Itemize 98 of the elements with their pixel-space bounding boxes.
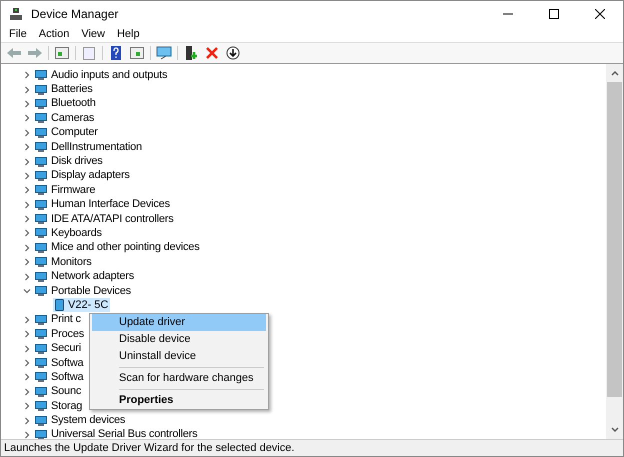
device-icon — [35, 386, 47, 398]
chevron-right-icon[interactable] — [23, 143, 31, 152]
tree-item[interactable]: Cameras — [51, 112, 94, 124]
chevron-down-icon[interactable] — [23, 287, 31, 296]
monitor-icon[interactable] — [154, 44, 174, 62]
chevron-right-icon[interactable] — [23, 373, 31, 382]
menu-item[interactable]: View — [77, 26, 109, 42]
tree-item[interactable]: DellInstrumentation — [51, 142, 142, 153]
menu-item[interactable]: Update driver — [92, 314, 266, 331]
scroll-thumb[interactable] — [607, 82, 622, 397]
chevron-right-icon[interactable] — [23, 258, 31, 266]
chevron-right-icon[interactable] — [23, 244, 31, 252]
tree-item[interactable]: Computer — [51, 127, 98, 138]
menu-item[interactable]: Scan for hardware changes — [92, 370, 266, 387]
device-icon — [35, 170, 47, 182]
device-icon — [35, 156, 47, 168]
chevron-right-icon[interactable] — [23, 215, 31, 224]
tree-item[interactable]: Display adapters — [51, 170, 130, 182]
tree-item[interactable]: Sounc — [51, 386, 82, 398]
device-icon — [35, 98, 47, 110]
tree-item[interactable]: Batteries — [51, 84, 93, 96]
tree-item[interactable]: Human Interface Devices — [51, 199, 170, 210]
chevron-right-icon[interactable] — [23, 172, 31, 180]
tree-item[interactable]: Securi — [51, 343, 81, 354]
menu-item[interactable]: Uninstall device — [92, 348, 266, 365]
maximize-icon — [549, 8, 559, 18]
scrollbar[interactable] — [606, 64, 623, 439]
scroll-down-icon[interactable] — [610, 427, 618, 433]
tree-item[interactable]: Mice and other pointing devices — [51, 242, 200, 254]
device-icon — [35, 112, 47, 124]
tree-item[interactable]: System devices — [51, 415, 126, 426]
tree-item[interactable]: Monitors — [51, 256, 92, 268]
chevron-right-icon[interactable] — [23, 359, 31, 367]
tree-item[interactable]: Softwa — [51, 372, 84, 383]
device-icon — [35, 428, 47, 439]
phone-icon — [55, 299, 64, 312]
tree-item[interactable]: Storag — [51, 400, 82, 412]
window-title: Device Manager — [31, 6, 118, 22]
chevron-right-icon[interactable] — [23, 186, 31, 194]
tree-item[interactable]: Disk drives — [51, 156, 103, 168]
menu-item[interactable]: File — [5, 26, 31, 42]
window-icon[interactable] — [52, 44, 72, 62]
device-icon — [35, 84, 47, 96]
device-icon — [35, 371, 47, 384]
chevron-right-icon[interactable] — [23, 128, 31, 137]
tree-item[interactable]: Universal Serial Bus controllers — [51, 429, 198, 439]
chevron-right-icon[interactable] — [23, 86, 31, 94]
tree-item[interactable]: Softwa — [51, 358, 84, 368]
menu-item[interactable]: Action — [34, 26, 74, 42]
chevron-right-icon[interactable] — [23, 71, 31, 80]
device-icon — [35, 328, 47, 340]
chevron-right-icon[interactable] — [23, 229, 31, 238]
chevron-right-icon[interactable] — [23, 430, 31, 439]
chevron-right-icon[interactable] — [23, 416, 31, 425]
device-icon — [35, 400, 47, 412]
device-icon — [35, 198, 47, 211]
device-icon — [35, 69, 47, 82]
chevron-right-icon[interactable] — [23, 330, 31, 338]
device-icon — [35, 342, 47, 355]
device-icon — [35, 256, 47, 268]
menu-item[interactable]: Help — [112, 26, 144, 42]
close-icon — [595, 8, 605, 18]
device-icon — [35, 285, 47, 298]
chevron-right-icon[interactable] — [23, 158, 31, 166]
chevron-right-icon[interactable] — [23, 316, 31, 324]
device-icon — [35, 227, 47, 240]
chevron-right-icon[interactable] — [23, 272, 31, 281]
tree-item[interactable]: Firmware — [51, 184, 96, 196]
status-text: Launches the Update Driver Wizard for the selected device. — [4, 440, 294, 456]
device-icon — [35, 126, 47, 139]
chevron-right-icon[interactable] — [23, 100, 31, 108]
chevron-right-icon[interactable] — [23, 200, 31, 209]
device-icon — [35, 141, 47, 154]
tree-item[interactable]: Keyboards — [51, 228, 102, 239]
chevron-right-icon[interactable] — [23, 402, 31, 410]
window-icon[interactable] — [127, 44, 147, 62]
menu-item[interactable]: Properties — [92, 392, 266, 409]
chevron-right-icon[interactable] — [23, 388, 31, 396]
app-icon — [9, 6, 23, 20]
menu-item[interactable]: Disable device — [92, 331, 266, 348]
scroll-up-icon[interactable] — [610, 70, 618, 76]
tree-item[interactable]: Print c — [51, 314, 81, 326]
tree-item[interactable]: Audio inputs and outputs — [51, 70, 168, 81]
tree-item[interactable]: Bluetooth — [51, 98, 96, 110]
chevron-right-icon[interactable] — [23, 114, 31, 122]
device-icon — [35, 270, 47, 283]
tree-item[interactable]: Portable Devices — [51, 286, 131, 297]
device-icon — [35, 314, 47, 326]
device-icon — [35, 184, 47, 196]
tree-item[interactable]: IDE ATA/ATAPI controllers — [51, 214, 174, 225]
device-icon — [35, 213, 47, 226]
tree-item[interactable]: Proces — [51, 328, 84, 340]
device-icon — [35, 357, 47, 369]
tree-item[interactable]: V22- 5C — [53, 298, 110, 312]
chevron-right-icon[interactable] — [23, 344, 31, 353]
device-icon — [35, 242, 47, 254]
device-icon — [35, 414, 47, 427]
tree-item[interactable]: Network adapters — [51, 271, 134, 282]
